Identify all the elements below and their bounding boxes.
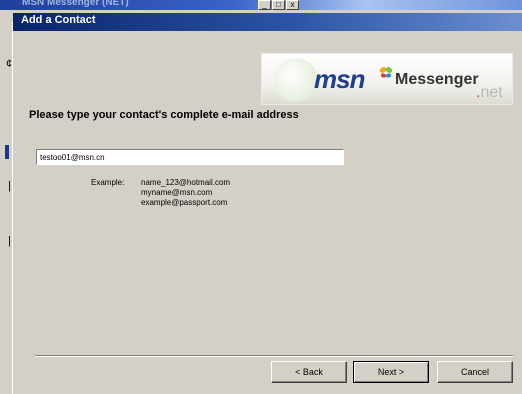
- maximize-button[interactable]: □: [272, 0, 285, 10]
- parent-selection-marker: [5, 145, 9, 159]
- msn-messenger-logo: msn Messenger .net: [261, 53, 513, 105]
- email-prompt-heading: Please type your contact's complete e-ma…: [29, 109, 299, 121]
- example-label: Example:: [91, 178, 125, 187]
- msn-butterfly-icon: [379, 67, 393, 78]
- button-divider: [35, 355, 513, 357]
- email-input[interactable]: [36, 149, 344, 165]
- parent-edge-text: |: [8, 235, 11, 247]
- example-address: myname@msn.com: [141, 188, 213, 197]
- logo-msn-text: msn: [314, 64, 365, 94]
- parent-window-title: MSN Messenger (NET): [22, 0, 129, 8]
- parent-window-controls: _ □ x: [258, 0, 299, 10]
- cancel-button[interactable]: Cancel: [437, 361, 513, 383]
- back-button[interactable]: < Back: [271, 361, 347, 383]
- logo-net-text: .net: [476, 84, 503, 101]
- logo-bubble: [274, 58, 318, 102]
- add-contact-dialog: Add a Contact msn Messenger .net Please …: [12, 13, 522, 394]
- example-list: name_123@hotmail.com myname@msn.com exam…: [141, 178, 230, 208]
- example-address: name_123@hotmail.com: [141, 178, 231, 187]
- example-address: example@passport.com: [141, 198, 228, 207]
- parent-edge-text: |: [8, 180, 11, 192]
- minimize-button[interactable]: _: [258, 0, 271, 10]
- parent-title-bar: MSN Messenger (NET) _ □ x: [0, 0, 522, 10]
- next-button[interactable]: Next >: [353, 361, 429, 383]
- dialog-title-bar: Add a Contact: [13, 13, 522, 31]
- dialog-title: Add a Contact: [21, 14, 96, 26]
- logo-messenger-text: Messenger: [395, 71, 479, 88]
- close-button[interactable]: x: [286, 0, 299, 10]
